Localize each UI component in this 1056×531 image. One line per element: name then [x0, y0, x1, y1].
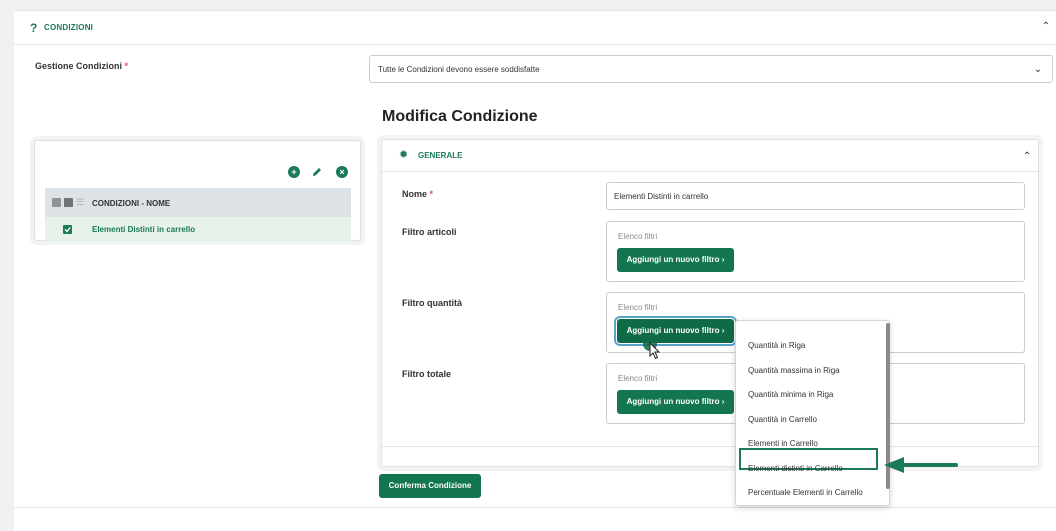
gestione-condizioni-select[interactable]: Tutte le Condizioni devono essere soddis… — [369, 55, 1053, 83]
chevron-up-icon[interactable]: ⌃ — [1021, 151, 1033, 163]
condition-name: Elementi Distinti in carrello — [92, 225, 196, 234]
conditions-name-header: CONDIZIONI - NOME — [92, 199, 171, 208]
question-icon: ? — [30, 21, 38, 35]
panel-divider — [382, 446, 1038, 447]
page-title: Modifica Condizione — [382, 108, 538, 125]
annotation-arrow-icon — [884, 457, 958, 473]
gestione-condizioni-label: Gestione Condizioni * — [35, 61, 129, 71]
filtro-articoli-box: Elenco filtri Aggiungi un nuovo filtro › — [606, 221, 1025, 282]
menu-item-percentuale-elementi-carrello[interactable]: Percentuale Elementi in Carrello — [748, 488, 863, 497]
filtro-quantita-placeholder: Elenco filtri — [618, 303, 658, 312]
menu-item-elementi-distinti-carrello[interactable]: Elementi distinti in Carrello — [748, 464, 843, 473]
filtro-articoli-placeholder: Elenco filtri — [618, 232, 658, 241]
conditions-table-header: ☰ CONDIZIONI - NOME — [45, 188, 351, 217]
mouse-cursor-icon — [649, 342, 661, 360]
list-icon: ☰ — [76, 197, 85, 207]
remove-icon[interactable]: × — [336, 166, 348, 178]
filtro-totale-placeholder: Elenco filtri — [618, 374, 658, 383]
add-filter-quantita-button[interactable]: Aggiungi un nuovo filtro › — [614, 316, 737, 346]
filtro-quantita-label: Filtro quantità — [402, 298, 462, 308]
menu-item-elementi-carrello[interactable]: Elementi in Carrello — [748, 439, 818, 448]
section-header[interactable]: ? CONDIZIONI ⌃ — [14, 11, 1056, 45]
menu-item-quantita-riga[interactable]: Quantità in Riga — [748, 341, 805, 350]
gestione-condizioni-value: Tutte le Condizioni devono essere soddis… — [378, 65, 540, 74]
confirm-condition-button[interactable]: Conferma Condizione — [379, 474, 481, 498]
filter-type-dropdown: Quantità in Riga Quantità massima in Rig… — [735, 320, 890, 506]
section-title: CONDIZIONI — [44, 23, 94, 32]
nome-field[interactable]: Elementi Distinti in carrello — [606, 182, 1025, 210]
conditions-panel: + × ☰ CONDIZIONI - NOME Elementi Distint… — [34, 140, 361, 242]
nome-value: Elementi Distinti in carrello — [614, 192, 709, 201]
select-none-checkbox[interactable] — [64, 198, 73, 207]
footer-divider — [14, 507, 1056, 508]
menu-item-quantita-massima-riga[interactable]: Quantità massima in Riga — [748, 366, 840, 375]
filtro-totale-label: Filtro totale — [402, 369, 451, 379]
nome-label: Nome * — [402, 189, 434, 199]
table-row[interactable]: Elementi Distinti in carrello — [45, 217, 351, 242]
row-checkbox[interactable] — [63, 225, 72, 234]
menu-item-quantita-minima-riga[interactable]: Quantità minima in Riga — [748, 390, 833, 399]
general-panel: ✹ GENERALE ⌃ Nome * Elementi Distinti in… — [381, 139, 1039, 467]
edit-icon[interactable] — [310, 165, 324, 179]
add-filter-articoli-button[interactable]: Aggiungi un nuovo filtro › — [617, 248, 734, 272]
menu-item-quantita-carrello[interactable]: Quantità in Carrello — [748, 415, 817, 424]
add-icon[interactable]: + — [288, 166, 300, 178]
chevron-up-icon[interactable]: ⌃ — [1040, 21, 1052, 33]
filtro-articoli-label: Filtro articoli — [402, 227, 457, 237]
general-panel-title: GENERALE — [418, 151, 463, 160]
add-filter-totale-button[interactable]: Aggiungi un nuovo filtro › — [617, 390, 734, 414]
select-all-checkbox[interactable] — [52, 198, 61, 207]
chevron-down-icon: ⌄ — [1033, 64, 1043, 75]
page-frame: ? CONDIZIONI ⌃ Gestione Condizioni * Tut… — [14, 10, 1056, 531]
general-panel-header[interactable]: ✹ GENERALE ⌃ — [382, 140, 1038, 172]
gear-icon: ✹ — [399, 149, 409, 161]
